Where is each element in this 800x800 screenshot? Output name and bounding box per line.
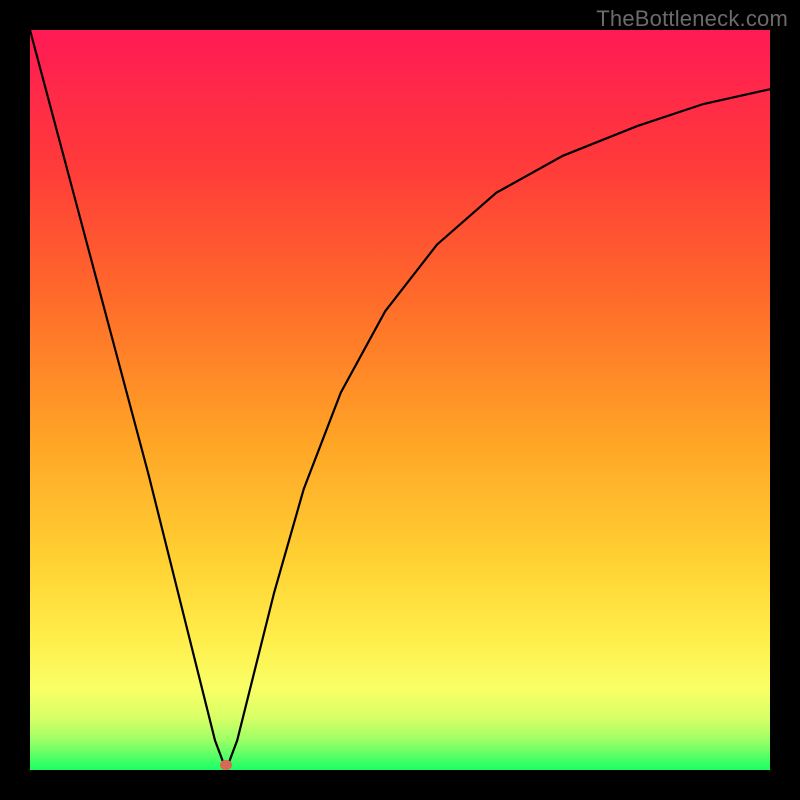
chart-frame: TheBottleneck.com xyxy=(0,0,800,800)
minimum-marker xyxy=(220,760,232,770)
curve-path xyxy=(30,30,770,770)
bottleneck-curve xyxy=(30,30,770,770)
plot-area xyxy=(30,30,770,770)
watermark-text: TheBottleneck.com xyxy=(596,6,788,32)
